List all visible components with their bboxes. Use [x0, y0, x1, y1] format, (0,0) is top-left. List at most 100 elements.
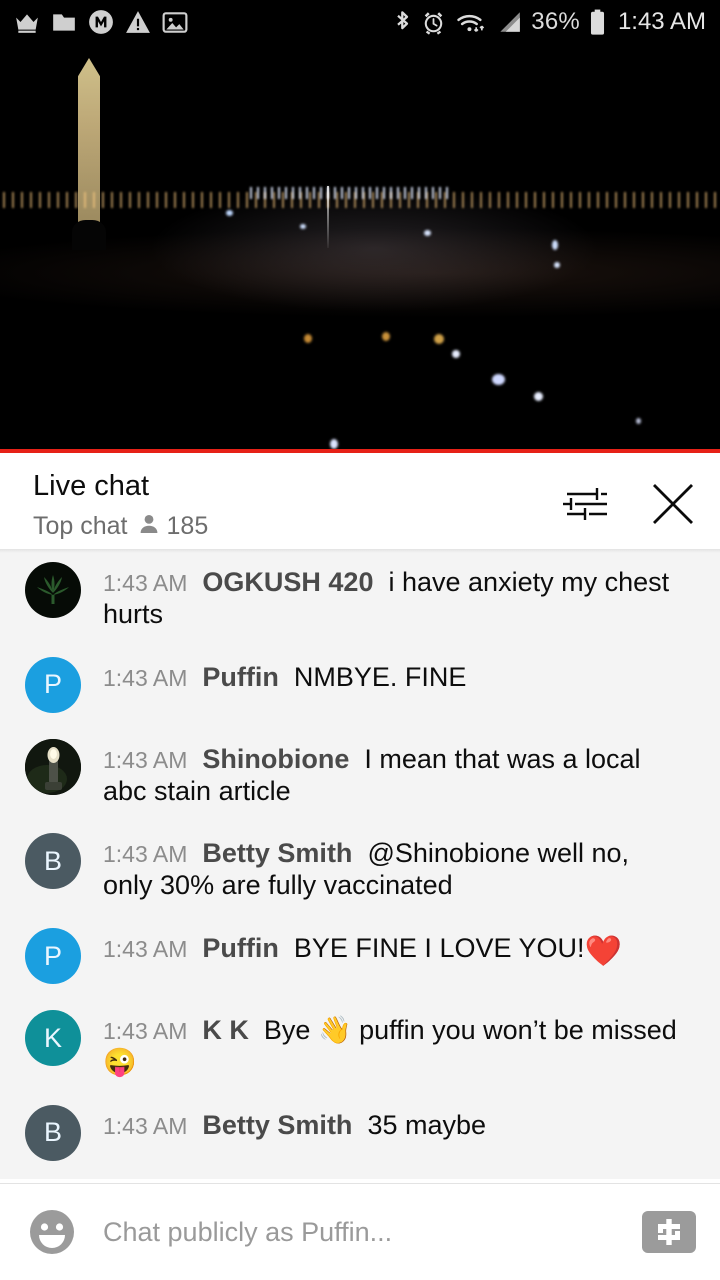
chat-message-line: 1:43 AM Betty Smith @Shinobione well no,…	[103, 838, 678, 902]
battery-percent-label: 36%	[531, 8, 580, 35]
warning-triangle-icon	[125, 10, 151, 34]
chat-message-row[interactable]: P 1:43 AM Puffin BYE FINE I LOVE YOU!❤️	[0, 915, 720, 997]
battery-icon	[589, 9, 606, 36]
status-bar-left-icons	[14, 9, 188, 35]
status-bar-right-icons: 36% 1:43 AM	[393, 8, 706, 36]
chat-message-body: 1:43 AM OGKUSH 420 i have anxiety my che…	[81, 562, 698, 631]
chat-message-row[interactable]: K 1:43 AM K K Bye 👋 puffin you won’t be …	[0, 997, 720, 1092]
message-timestamp: 1:43 AM	[103, 841, 188, 868]
message-timestamp: 1:43 AM	[103, 664, 188, 691]
message-text: BYE FINE I LOVE YOU!	[293, 933, 585, 964]
viewer-count-label: 185	[166, 512, 209, 541]
avatar-initial: K	[43, 1022, 62, 1053]
street-light	[492, 374, 505, 385]
street-light	[554, 262, 560, 268]
message-text: Bye 👋 puffin you won’t be missed 😜	[103, 1015, 677, 1078]
chat-message-list[interactable]: 1:43 AM OGKUSH 420 i have anxiety my che…	[0, 549, 720, 1179]
youtube-live-chat-screen: 36% 1:43 AM Live chat Top chat 185 1:43 …	[0, 0, 720, 1280]
message-author[interactable]: Puffin	[202, 933, 278, 963]
wifi-icon	[455, 10, 487, 35]
profile-photo-icon	[25, 738, 81, 795]
chat-message-body: 1:43 AM Puffin NMBYE. FINE	[81, 657, 466, 694]
video-frame-night-sky	[0, 44, 720, 453]
chat-input-field[interactable]: Chat publicly as Puffin...	[103, 1217, 642, 1248]
street-light	[226, 210, 233, 216]
chat-message-body: 1:43 AM K K Bye 👋 puffin you won’t be mi…	[81, 1010, 698, 1079]
alarm-icon	[421, 10, 446, 35]
smiley-icon[interactable]	[26, 1206, 78, 1258]
avatar-initial: P	[43, 669, 62, 700]
chat-message-row[interactable]: P 1:43 AM Puffin I'm Eternal	[0, 1174, 720, 1179]
live-chat-header-actions	[562, 469, 702, 527]
chat-message-row[interactable]: B 1:43 AM Betty Smith @Shinobione well n…	[0, 820, 720, 915]
bluetooth-icon	[393, 9, 412, 36]
heart-emoji: ❤️	[584, 935, 622, 969]
image-icon	[162, 11, 188, 34]
m-circle-icon	[88, 9, 114, 35]
street-light	[452, 350, 460, 358]
street-light	[534, 392, 543, 401]
avatar[interactable]	[25, 738, 81, 795]
live-chat-subheader: Top chat 185	[33, 512, 208, 541]
avatar-initial: B	[43, 1117, 62, 1148]
street-light	[304, 334, 312, 343]
message-author[interactable]: Puffin	[202, 662, 278, 692]
message-text: 35 maybe	[367, 1109, 487, 1140]
avatar[interactable]	[25, 562, 81, 618]
chat-message-body: 1:43 AM Puffin BYE FINE I LOVE YOU!❤️	[81, 928, 622, 969]
message-timestamp: 1:43 AM	[103, 1018, 188, 1045]
folder-icon	[51, 11, 77, 33]
message-author[interactable]: K K	[202, 1015, 249, 1045]
avatar[interactable]: B	[25, 1104, 81, 1161]
monument-base-trees	[72, 220, 106, 250]
avatar-initial: P	[43, 940, 62, 971]
chat-mode-label[interactable]: Top chat	[33, 512, 128, 541]
message-author[interactable]: Betty Smith	[202, 838, 352, 868]
chat-message-row[interactable]: B 1:43 AM Betty Smith 35 maybe	[0, 1092, 720, 1174]
street-light	[300, 224, 306, 229]
street-light	[424, 230, 431, 236]
chat-message-line: 1:43 AM Puffin BYE FINE I LOVE YOU!❤️	[103, 933, 622, 969]
video-player[interactable]	[0, 44, 720, 453]
live-chat-titles: Live chat Top chat 185	[33, 469, 208, 541]
message-timestamp: 1:43 AM	[103, 936, 188, 963]
tune-sliders-icon[interactable]	[562, 481, 608, 527]
page-title: Live chat	[33, 470, 150, 502]
street-light	[434, 334, 444, 344]
avatar[interactable]: P	[25, 656, 81, 713]
avatar[interactable]: B	[25, 833, 81, 890]
city-lights-bright-strip	[248, 187, 448, 199]
avatar[interactable]: K	[25, 1010, 81, 1067]
status-bar: 36% 1:43 AM	[0, 0, 720, 44]
chat-message-line: 1:43 AM Betty Smith 35 maybe	[103, 1110, 486, 1142]
chat-message-body: 1:43 AM Betty Smith @Shinobione well no,…	[81, 833, 678, 902]
street-light	[382, 332, 390, 341]
clock-label: 1:43 AM	[617, 8, 706, 35]
message-text: NMBYE. FINE	[293, 661, 467, 692]
light-pole	[327, 186, 329, 248]
chat-message-body: 1:43 AM Betty Smith 35 maybe	[81, 1105, 486, 1142]
list-top-shadow	[0, 549, 720, 553]
message-author[interactable]: Betty Smith	[202, 1110, 352, 1140]
chat-message-line: 1:43 AM Puffin NMBYE. FINE	[103, 662, 466, 694]
cell-signal-icon	[496, 10, 522, 34]
message-author[interactable]: OGKUSH 420	[202, 567, 373, 597]
viewer-count: 185	[137, 512, 209, 541]
message-text: i have anxiety my chest hurts	[103, 567, 670, 629]
close-icon[interactable]	[650, 481, 696, 527]
dollar-superchat-icon[interactable]	[642, 1211, 696, 1253]
person-icon	[137, 512, 161, 541]
message-author[interactable]: Shinobione	[202, 744, 349, 774]
street-light	[552, 240, 558, 250]
cannabis-leaf-icon	[37, 575, 69, 604]
avatar[interactable]: P	[25, 928, 81, 985]
chat-message-line: 1:43 AM K K Bye 👋 puffin you won’t be mi…	[103, 1015, 698, 1079]
chat-message-row[interactable]: P 1:43 AM Puffin NMBYE. FINE	[0, 644, 720, 726]
live-chat-header: Live chat Top chat 185	[0, 453, 720, 549]
chat-message-row[interactable]: 1:43 AM Shinobione I mean that was a loc…	[0, 726, 720, 821]
chat-message-row[interactable]: 1:43 AM OGKUSH 420 i have anxiety my che…	[0, 549, 720, 644]
message-timestamp: 1:43 AM	[103, 1112, 188, 1139]
crown-icon	[14, 11, 40, 33]
chat-message-body: 1:43 AM Shinobione I mean that was a loc…	[81, 739, 663, 808]
chat-input-bar[interactable]: Chat publicly as Puffin...	[0, 1183, 720, 1280]
